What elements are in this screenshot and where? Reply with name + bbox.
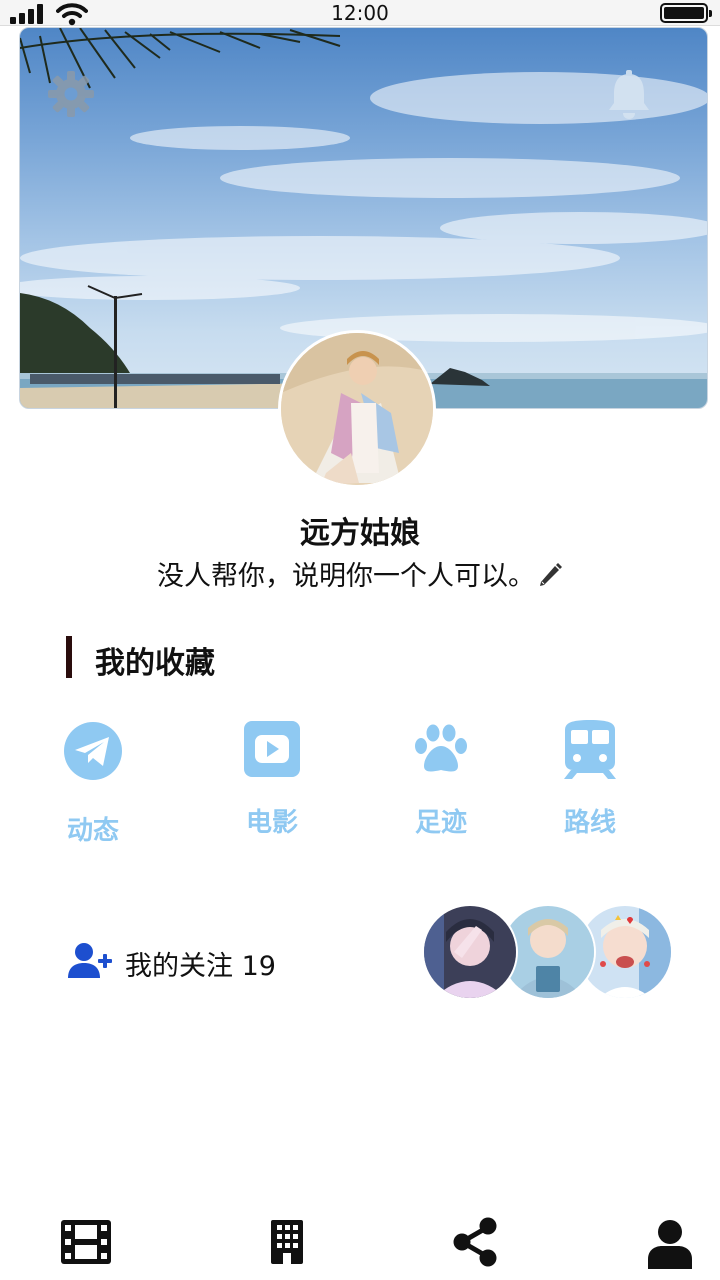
favorite-label: 动态 — [66, 816, 119, 846]
youtube-icon — [244, 721, 300, 777]
favorites-title: 我的收藏 — [95, 646, 215, 681]
battery-icon — [660, 3, 712, 23]
user-plus-icon[interactable] — [68, 942, 114, 980]
profile-bio: 没人帮你，说明你一个人可以。 — [0, 554, 720, 593]
favorite-item-routes[interactable]: 路线 — [535, 718, 645, 839]
status-bar: 12:00 — [0, 0, 720, 26]
profile-name: 远方姑娘 — [300, 516, 420, 551]
paw-icon — [415, 724, 467, 772]
favorite-item-moments[interactable]: 动态 — [38, 720, 148, 847]
following-avatar[interactable] — [422, 904, 518, 1000]
favorite-label: 电影 — [245, 808, 298, 838]
favorite-item-movies[interactable]: 电影 — [217, 718, 327, 839]
following-count[interactable]: 我的关注 19 — [125, 944, 276, 983]
user-icon[interactable] — [648, 1219, 692, 1269]
share-icon[interactable] — [452, 1217, 498, 1267]
bell-icon[interactable] — [607, 70, 651, 120]
status-time: 12:00 — [331, 1, 389, 25]
subway-icon — [564, 720, 616, 779]
building-icon[interactable] — [268, 1219, 306, 1265]
profile-avatar[interactable] — [278, 330, 436, 488]
gear-icon[interactable] — [47, 70, 95, 118]
film-icon[interactable] — [60, 1219, 112, 1265]
favorite-item-footprints[interactable]: 足迹 — [386, 718, 496, 839]
favorite-label: 路线 — [563, 808, 616, 838]
pencil-icon[interactable] — [537, 562, 563, 588]
section-accent-bar — [66, 636, 72, 678]
telegram-icon — [64, 722, 122, 780]
bio-text: 没人帮你，说明你一个人可以。 — [157, 561, 535, 592]
favorite-label: 足迹 — [414, 808, 467, 838]
